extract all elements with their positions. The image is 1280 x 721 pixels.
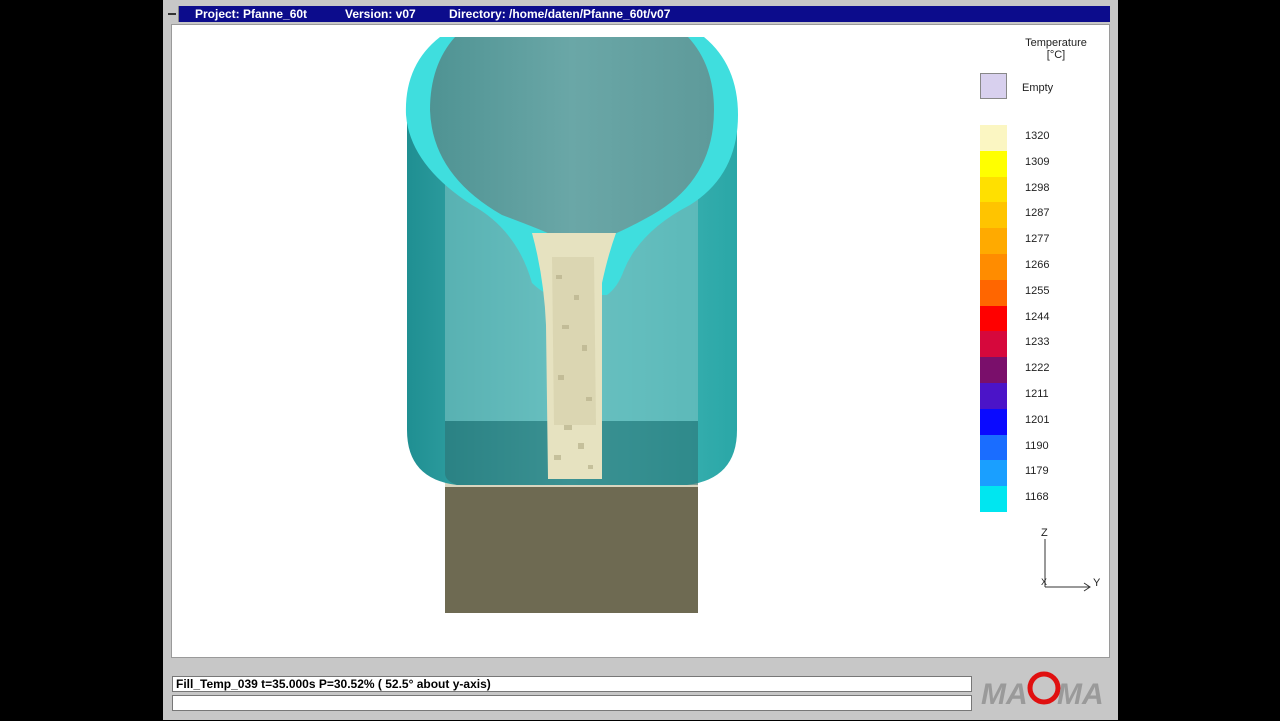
- directory-path: Directory: /home/daten/Pfanne_60t/v07: [449, 7, 671, 21]
- status-line-2: [172, 695, 972, 711]
- legend-label: 1287: [1025, 207, 1050, 220]
- legend-label: 1233: [1025, 336, 1050, 349]
- legend-swatch: [980, 305, 1007, 332]
- y-axis-label: Y: [1093, 577, 1101, 589]
- title-bar: Project: Pfanne_60t Version: v07 Directo…: [165, 6, 1110, 22]
- z-axis-label: Z: [1041, 527, 1048, 539]
- x-axis-label: X: [1041, 577, 1048, 587]
- legend-swatch-empty: [980, 73, 1007, 99]
- legend-label: 1255: [1025, 284, 1050, 297]
- legend-swatch: [980, 279, 1007, 307]
- legend-swatch: [980, 383, 1007, 410]
- status-line: Fill_Temp_039 t=35.000s P=30.52% ( 52.5°…: [172, 676, 972, 692]
- app-window: Project: Pfanne_60t Version: v07 Directo…: [163, 0, 1118, 720]
- legend-title-line2: [°C]: [1046, 49, 1066, 61]
- legend-title: Temperature [°C]: [1008, 37, 1104, 61]
- legend-swatch: [980, 331, 1007, 358]
- ladle-base-block: [445, 483, 698, 613]
- legend-swatch: [980, 408, 1007, 436]
- legend-label: 1201: [1025, 413, 1050, 426]
- legend-label: 1244: [1025, 310, 1050, 323]
- svg-text:MA: MA: [1057, 678, 1104, 711]
- legend-label-empty: Empty: [1022, 82, 1054, 94]
- version-label: Version: v07: [345, 7, 416, 21]
- magma-logo: MA MA: [981, 664, 1113, 716]
- legend-swatch: [980, 434, 1007, 461]
- legend-title-line1: Temperature: [1025, 37, 1087, 49]
- legend-label: 1266: [1025, 259, 1050, 271]
- 3d-viewport[interactable]: Temperature [°C] Empty 1320 1309 1298 1287 12…: [171, 24, 1110, 658]
- svg-text:MA: MA: [981, 678, 1028, 711]
- legend-label: 1179: [1025, 465, 1049, 478]
- legend-label: 1168: [1025, 491, 1049, 504]
- legend-swatch: [980, 460, 1007, 487]
- legend-swatch: [980, 254, 1007, 281]
- legend-swatch: [980, 486, 1007, 513]
- legend-label: 1277: [1025, 233, 1050, 246]
- window-menu-button[interactable]: [165, 6, 179, 22]
- project-name: Project: Pfanne_60t: [195, 7, 308, 21]
- legend-swatch: [980, 228, 1007, 255]
- legend-swatch: [980, 357, 1007, 384]
- legend-swatch: [980, 125, 1007, 152]
- legend-swatch: [980, 176, 1007, 203]
- legend-label: 1211: [1025, 388, 1049, 400]
- ladle-scene: [405, 37, 738, 613]
- legend-swatch: [980, 150, 1007, 178]
- legend-label: 1298: [1025, 181, 1050, 194]
- legend-swatch: [980, 202, 1007, 229]
- legend-label: 1190: [1025, 439, 1049, 452]
- legend-label: 1222: [1025, 362, 1050, 375]
- legend-label: 1320: [1025, 130, 1050, 142]
- legend-label: 1309: [1025, 155, 1050, 168]
